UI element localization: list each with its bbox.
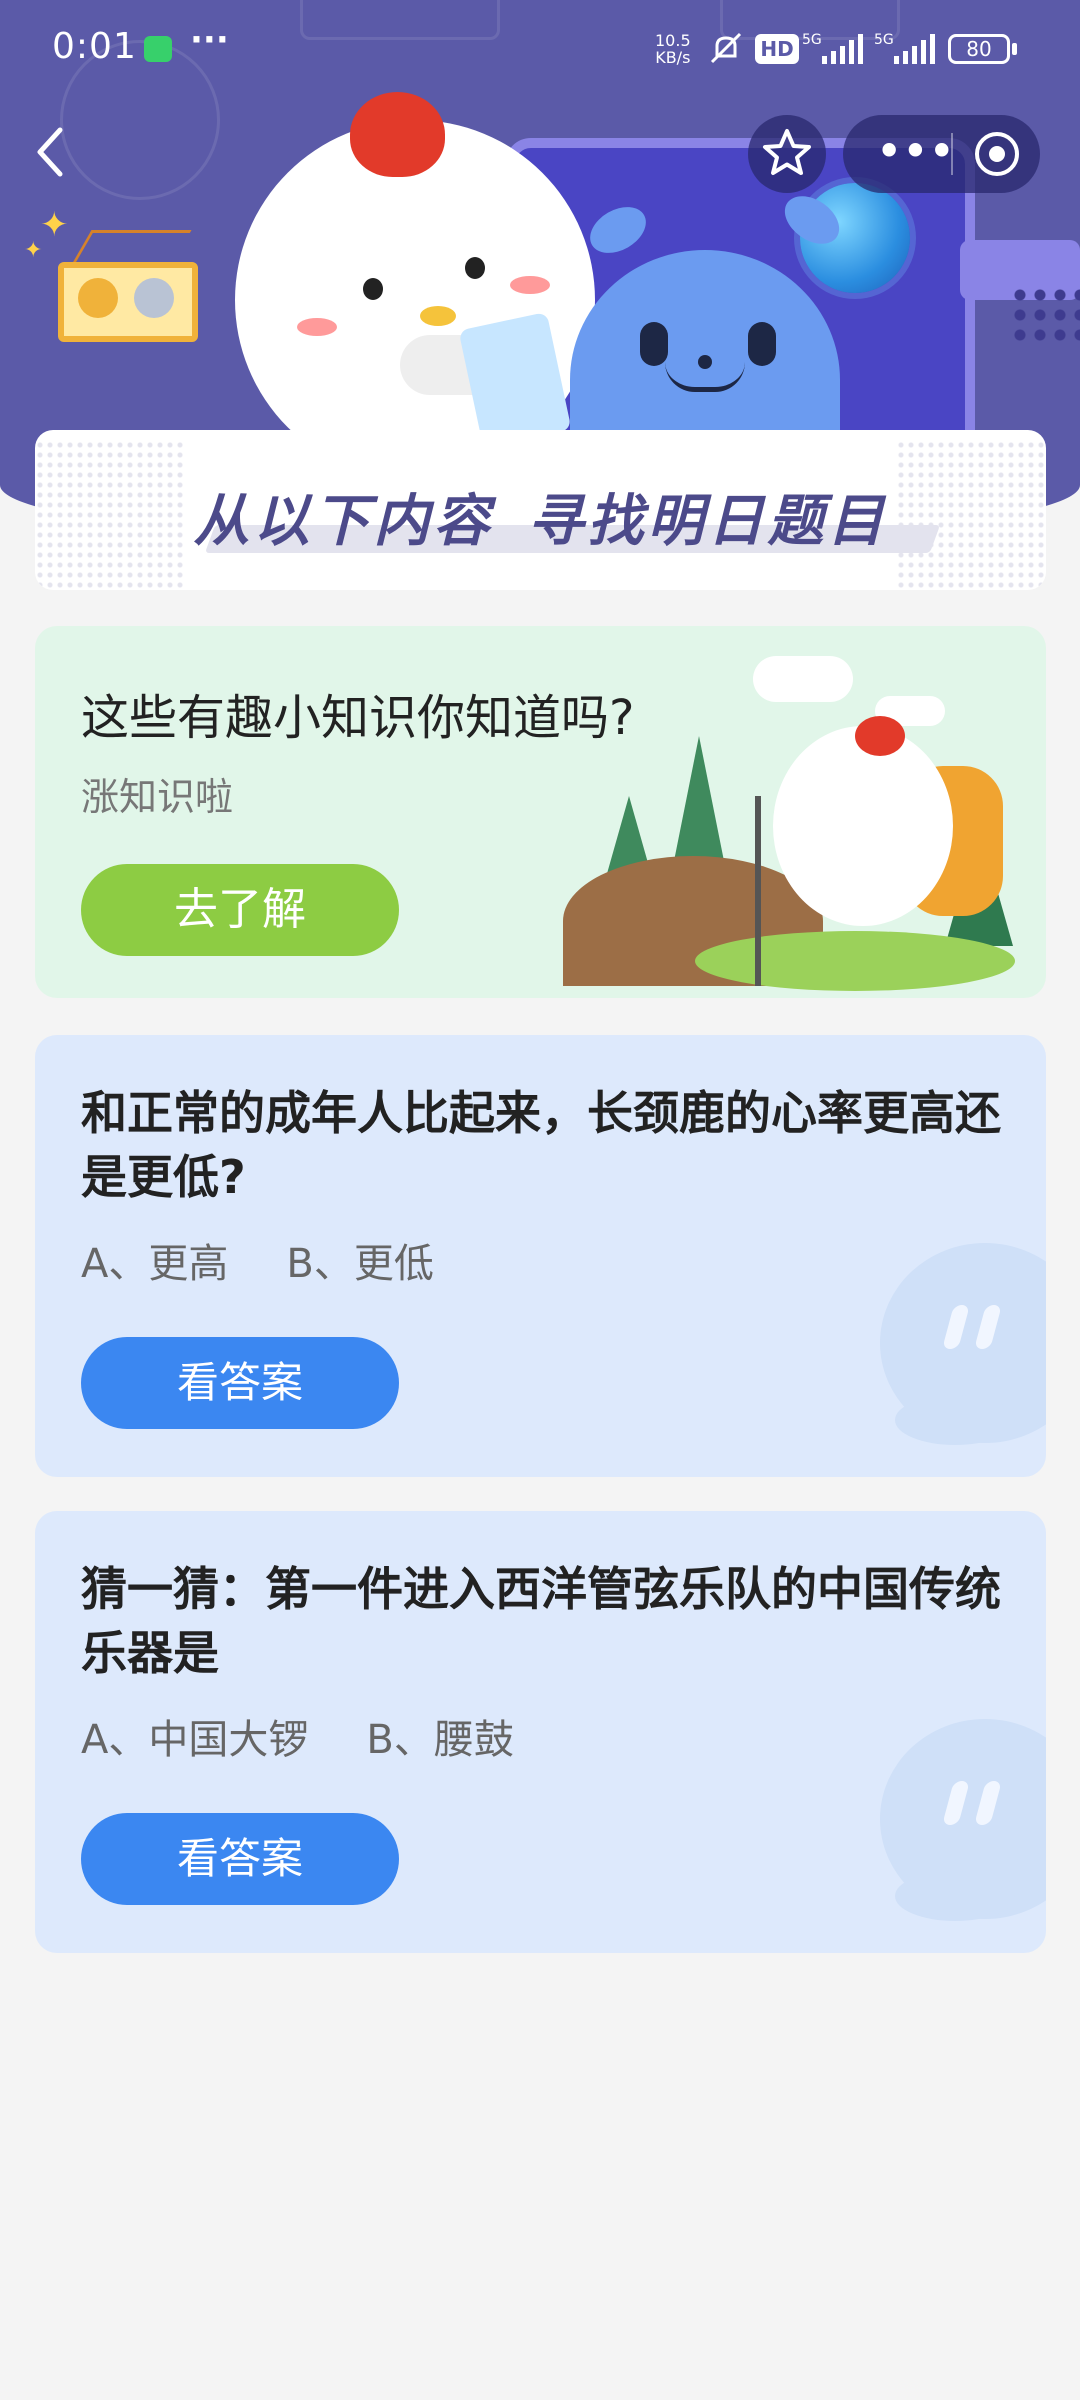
speech-bubble-tail	[895, 1395, 1015, 1445]
wechat-icon	[144, 36, 172, 62]
question-options: A、更高 B、更低	[81, 1231, 434, 1289]
knowledge-subtitle: 涨知识啦	[81, 775, 234, 819]
capsule-divider	[951, 133, 953, 175]
battery-indicator: 80	[948, 34, 1010, 64]
signal-icon: 5G	[874, 32, 935, 64]
quote-mark	[942, 1781, 970, 1825]
question-card: 和正常的成年人比起来，长颈鹿的心率更高还是更低? A、更高 B、更低 看答案	[35, 1035, 1046, 1477]
status-more: ···	[190, 20, 229, 60]
chick-hiker-illustration	[773, 726, 953, 926]
page-title-part1: 从以下内容	[193, 489, 494, 554]
grass-illustration	[695, 931, 1015, 991]
chick-eye	[363, 278, 383, 300]
option-b: B、腰鼓	[366, 1717, 514, 1763]
sparkle-icon: ✦	[24, 238, 43, 263]
battery-tip	[1012, 43, 1017, 55]
quote-mark	[942, 1305, 970, 1349]
star-icon	[763, 129, 811, 175]
mute-icon	[710, 32, 742, 64]
option-a: A、中国大锣	[81, 1717, 309, 1763]
more-icon[interactable]: •••	[877, 129, 956, 173]
knowledge-card[interactable]: 这些有趣小知识你知道吗? 涨知识啦 去了解	[35, 626, 1046, 998]
dot-pattern	[1010, 285, 1080, 345]
question-card: 猜一猜：第一件进入西洋管弦乐队的中国传统乐器是 A、中国大锣 B、腰鼓 看答案	[35, 1511, 1046, 1953]
page-title-part2: 寻找明日题目	[527, 489, 888, 554]
option-a: A、更高	[81, 1241, 229, 1287]
gold-medal-icon	[78, 278, 118, 318]
question-options: A、中国大锣 B、腰鼓	[81, 1707, 514, 1765]
title-card: 从以下内容 寻找明日题目	[35, 430, 1046, 590]
signal-icon: 5G	[802, 32, 863, 64]
chick-cheek	[510, 276, 550, 294]
view-answer-button[interactable]: 看答案	[81, 1813, 399, 1905]
silver-medal-icon	[134, 278, 174, 318]
alien-eye	[748, 322, 776, 366]
quote-mark	[974, 1305, 1002, 1349]
net-speed-value: 10.5	[655, 31, 691, 50]
chick-comb	[350, 92, 445, 177]
quote-mark	[974, 1781, 1002, 1825]
alien-eye	[640, 322, 668, 366]
option-b: B、更低	[286, 1241, 434, 1287]
chick-cheek	[297, 318, 337, 336]
question-text: 猜一猜：第一件进入西洋管弦乐队的中国传统乐器是	[81, 1562, 1001, 1680]
cloud-illustration	[753, 656, 853, 702]
pole-illustration	[755, 796, 761, 986]
page-title: 从以下内容 寻找明日题目	[35, 476, 1046, 557]
knowledge-title: 这些有趣小知识你知道吗?	[81, 690, 635, 746]
chick-beak	[420, 306, 456, 326]
hd-badge: HD	[755, 34, 799, 64]
learn-more-button[interactable]: 去了解	[81, 864, 399, 956]
speech-bubble-tail	[895, 1871, 1015, 1921]
chick-comb	[855, 716, 905, 756]
net-speed-unit: KB/s	[655, 48, 691, 67]
status-bar: 0:01 ··· 10.5 KB/s HD 5G 5G 80	[0, 0, 1080, 100]
view-answer-button[interactable]: 看答案	[81, 1337, 399, 1429]
favorite-button[interactable]	[748, 115, 826, 193]
target-icon[interactable]	[973, 130, 1021, 178]
signal-label: 5G	[802, 32, 822, 48]
mini-program-capsule: •••	[843, 115, 1040, 193]
page: ✦ ✦ 0:01 ··· 10.5 KB/s HD 5G 5G 80 ••• 从…	[0, 0, 1080, 2400]
back-icon[interactable]	[28, 122, 78, 182]
signal-label: 5G	[874, 32, 894, 48]
chick-eye	[465, 257, 485, 279]
sparkle-icon: ✦	[40, 205, 69, 245]
status-time: 0:01	[52, 26, 137, 67]
question-text: 和正常的成年人比起来，长颈鹿的心率更高还是更低?	[81, 1086, 1001, 1204]
net-speed: 10.5 KB/s	[655, 32, 691, 66]
